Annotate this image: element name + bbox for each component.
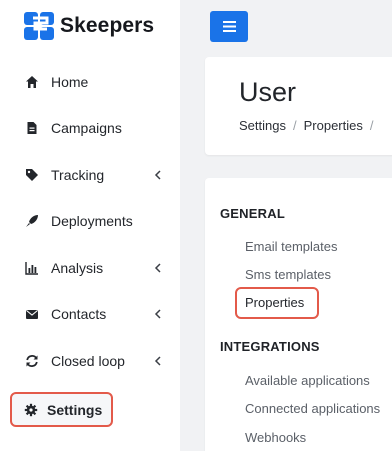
chevron-left-icon [154,168,162,183]
sidebar-item-label: Home [51,74,89,90]
sidebar-item-label: Contacts [51,306,107,322]
breadcrumb-separator: / [369,118,374,133]
chevron-left-icon [154,261,162,276]
link-available-applications[interactable]: Available applications [245,373,370,388]
section-title-integrations: INTEGRATIONS [220,339,320,354]
hamburger-icon [222,21,236,32]
sidebar-item-home[interactable]: Home [0,67,180,97]
settings-menu-card: GENERAL Email templates Sms templates Pr… [205,178,392,451]
gear-icon [24,403,38,417]
document-icon [25,121,39,135]
breadcrumb-item-properties[interactable]: Properties [304,118,363,133]
link-connected-applications[interactable]: Connected applications [245,401,380,416]
bar-chart-icon [25,261,39,275]
page-header: User Settings / Properties / [205,57,392,155]
sidebar-item-label: Deployments [51,213,133,229]
sidebar-item-analysis[interactable]: Analysis [0,253,180,283]
sidebar: Skeepers Home Campaigns Tracking Deploym… [0,0,180,451]
envelope-icon [25,307,39,321]
breadcrumb-item-settings[interactable]: Settings [239,118,286,133]
brand-name: Skeepers [60,14,155,37]
skeepers-logo-icon [24,12,54,40]
sidebar-item-label: Closed loop [51,353,125,369]
sidebar-item-tracking[interactable]: Tracking [0,160,180,190]
section-title-general: GENERAL [220,206,285,221]
sidebar-item-label: Tracking [51,167,105,183]
rocket-icon [25,214,39,228]
sidebar-item-settings[interactable]: Settings [10,392,113,427]
app: Skeepers Home Campaigns Tracking Deploym… [0,0,392,451]
brand[interactable]: Skeepers [24,12,154,40]
sidebar-item-closed-loop[interactable]: Closed loop [0,346,180,376]
link-webhooks[interactable]: Webhooks [245,430,306,445]
sidebar-item-campaigns[interactable]: Campaigns [0,113,180,143]
breadcrumb-separator: / [292,118,297,133]
breadcrumb: Settings / Properties / [239,118,380,133]
home-icon [25,75,39,89]
page-title: User [239,77,297,107]
menu-toggle-button[interactable] [210,11,248,42]
sidebar-item-label: Campaigns [51,120,122,136]
chevron-left-icon [154,307,162,322]
sidebar-item-label: Settings [47,401,103,418]
sidebar-item-contacts[interactable]: Contacts [0,299,180,329]
tag-icon [25,168,39,182]
link-properties[interactable]: Properties [245,295,304,310]
link-sms-templates[interactable]: Sms templates [245,267,331,282]
refresh-icon [25,354,39,368]
chevron-left-icon [154,354,162,369]
sidebar-item-deployments[interactable]: Deployments [0,206,180,236]
sidebar-item-label: Analysis [51,260,104,276]
link-email-templates[interactable]: Email templates [245,239,337,254]
